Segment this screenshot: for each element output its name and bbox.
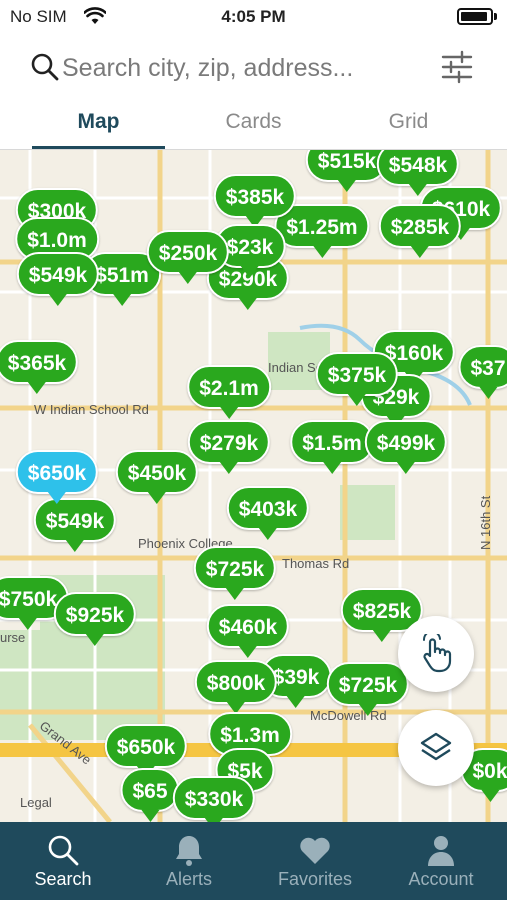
draw-search-button[interactable] bbox=[398, 616, 474, 692]
tab-map[interactable]: Map bbox=[32, 110, 165, 148]
price-pin[interactable]: $330k bbox=[172, 776, 256, 822]
price-pin[interactable]: $548k bbox=[376, 150, 460, 196]
price-pin[interactable]: $499k bbox=[364, 420, 448, 474]
price-pin[interactable]: $403k bbox=[226, 486, 310, 540]
status-time: 4:05 PM bbox=[221, 7, 286, 26]
price-pin[interactable]: $925k bbox=[53, 592, 137, 646]
price-pin[interactable]: $250k bbox=[146, 230, 230, 284]
price-pin[interactable]: $279k bbox=[187, 420, 271, 474]
search-bar bbox=[0, 34, 507, 100]
view-tabs: Map Cards Grid bbox=[0, 100, 507, 150]
price-pin[interactable]: $460k bbox=[206, 604, 290, 658]
price-pin[interactable]: $515k bbox=[305, 150, 389, 192]
search-input[interactable] bbox=[62, 48, 432, 88]
map-view[interactable]: W Indian School Rd Indian School Park Th… bbox=[0, 150, 507, 822]
price-pin[interactable]: $37 bbox=[458, 345, 507, 399]
nav-label: Alerts bbox=[165, 869, 212, 889]
status-bar: No SIM 4:05 PM bbox=[0, 0, 507, 34]
filter-sliders-icon[interactable] bbox=[440, 50, 474, 84]
price-pin[interactable]: $285k bbox=[378, 204, 462, 258]
person-icon bbox=[428, 836, 454, 866]
price-pin[interactable]: $650k bbox=[104, 724, 188, 778]
price-pin[interactable]: $1.5m bbox=[290, 420, 374, 474]
price-pin[interactable]: $725k bbox=[193, 546, 277, 600]
price-pin[interactable]: $375k bbox=[315, 352, 399, 406]
map-layers-button[interactable] bbox=[398, 710, 474, 786]
battery-icon bbox=[457, 8, 497, 25]
nav-search[interactable]: Search bbox=[0, 822, 126, 900]
price-pin-selected[interactable]: $650k bbox=[15, 450, 99, 504]
layers-icon bbox=[420, 732, 452, 761]
active-tab-indicator bbox=[32, 146, 165, 149]
nav-account[interactable]: Account bbox=[378, 822, 504, 900]
golf-course-label: urse bbox=[0, 630, 26, 645]
price-pin[interactable]: $2.1m bbox=[187, 365, 271, 419]
tab-cards[interactable]: Cards bbox=[187, 110, 320, 148]
bell-icon bbox=[176, 836, 202, 866]
search-icon bbox=[48, 835, 79, 866]
legal-link[interactable]: Legal bbox=[20, 795, 52, 810]
price-pin[interactable]: $365k bbox=[0, 340, 79, 394]
street-label-16th: N 16th St bbox=[478, 495, 493, 550]
search-icon bbox=[31, 53, 59, 81]
price-pin[interactable]: $549k bbox=[16, 252, 100, 306]
hand-draw-icon bbox=[423, 634, 452, 673]
nav-label: Search bbox=[34, 869, 92, 889]
street-label-thomas: Thomas Rd bbox=[282, 556, 350, 571]
nav-alerts[interactable]: Alerts bbox=[126, 822, 252, 900]
nav-label: Favorites bbox=[277, 869, 353, 889]
price-pin[interactable]: $65 bbox=[120, 768, 180, 822]
price-pin[interactable]: $385k bbox=[213, 174, 297, 228]
heart-icon bbox=[300, 837, 330, 864]
price-pin[interactable]: $725k bbox=[326, 662, 410, 716]
tab-grid[interactable]: Grid bbox=[342, 110, 475, 148]
price-pin[interactable]: $549k bbox=[33, 498, 117, 552]
nav-favorites[interactable]: Favorites bbox=[252, 822, 378, 900]
street-label-indian-school: W Indian School Rd bbox=[34, 402, 149, 417]
price-pin[interactable]: $800k bbox=[194, 660, 278, 714]
bottom-navigation: Search Alerts Favorites Account bbox=[0, 822, 507, 900]
nav-label: Account bbox=[408, 869, 474, 889]
price-pin[interactable]: $450k bbox=[115, 450, 199, 504]
